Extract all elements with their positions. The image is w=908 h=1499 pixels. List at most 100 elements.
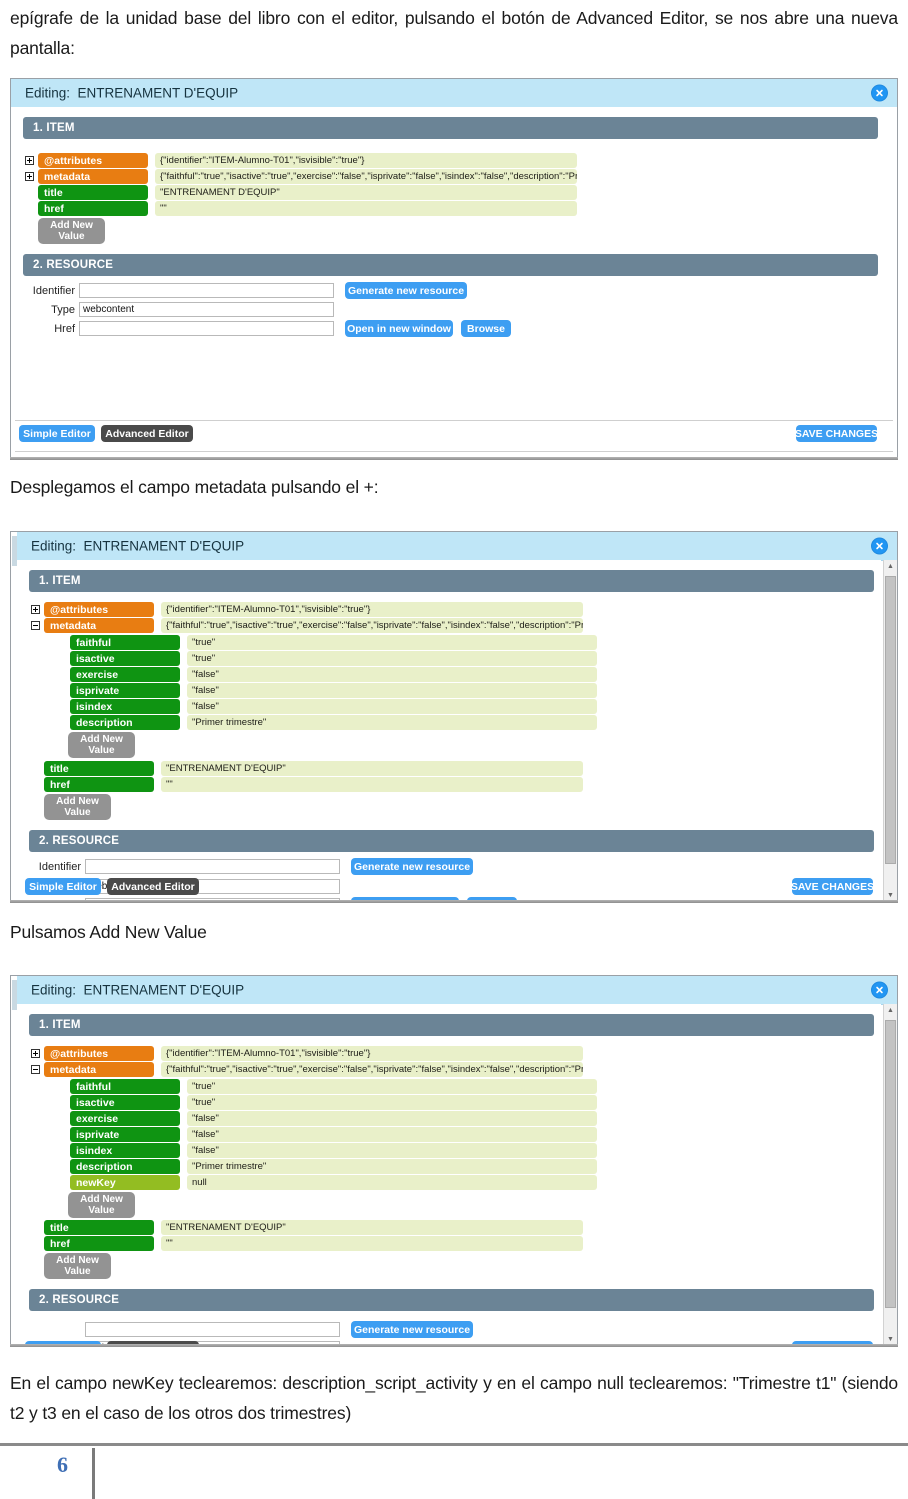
screenshot-metadata-expanded: Editing: ENTRENAMENT D'EQUIP 1. ITEM @at… <box>10 531 898 903</box>
scrollbar-thumb[interactable] <box>885 1020 896 1308</box>
tree-key-chip[interactable]: metadata <box>44 618 154 633</box>
tree-key-chip[interactable]: title <box>44 761 154 776</box>
tree-key-chip[interactable]: href <box>38 201 148 216</box>
tree-value-field[interactable]: {"identifier":"ITEM-Alumno-T01","isvisib… <box>161 1046 583 1061</box>
tree-value-field[interactable]: "" <box>161 777 583 792</box>
add-new-value-button[interactable]: Add New Value <box>68 732 135 758</box>
generate-new-resource-button[interactable]: Generate new resource <box>351 1321 473 1338</box>
tree-key-chip[interactable]: @attributes <box>44 602 154 617</box>
tree-value-field[interactable]: "true" <box>187 635 597 650</box>
tree-value-field[interactable]: "ENTRENAMENT D'EQUIP" <box>161 1220 583 1235</box>
tree-row-child: faithful "true" <box>31 635 861 650</box>
tree-key-chip[interactable]: description <box>70 715 180 730</box>
tree-value-field[interactable]: "ENTRENAMENT D'EQUIP" <box>161 761 583 776</box>
tree-key-chip[interactable]: metadata <box>38 169 148 184</box>
add-new-value-button[interactable]: Add New Value <box>68 1192 135 1218</box>
tree-value-field[interactable]: "false" <box>187 1143 597 1158</box>
tree-value-field[interactable]: "false" <box>187 1127 597 1142</box>
advanced-editor-tab[interactable]: Advanced Editor <box>107 878 199 895</box>
add-new-value-line1: Add New <box>56 1255 99 1266</box>
identifier-input[interactable] <box>85 1322 340 1337</box>
tree-key-chip[interactable]: @attributes <box>44 1046 154 1061</box>
simple-editor-tab[interactable]: Simple Editor <box>19 425 95 442</box>
tree-key-chip[interactable]: @attributes <box>38 153 148 168</box>
identifier-input[interactable] <box>85 859 340 874</box>
tree-value-field[interactable]: "false" <box>187 699 597 714</box>
simple-editor-tab[interactable]: Simple Editor <box>25 878 101 895</box>
open-in-new-window-button[interactable]: Open in new window <box>345 320 453 337</box>
tree-value-field[interactable]: "true" <box>187 1079 597 1094</box>
tree-key-chip[interactable]: href <box>44 777 154 792</box>
save-changes-button[interactable]: SAVE CHANGES <box>791 878 874 895</box>
tree-key-chip[interactable]: faithful <box>70 635 180 650</box>
tree-key-chip[interactable]: exercise <box>70 1111 180 1126</box>
footer-divider-bottom-1 <box>15 451 893 452</box>
tree-key-chip[interactable]: isactive <box>70 651 180 666</box>
href-input[interactable] <box>79 321 334 336</box>
expander-plus-icon[interactable] <box>31 1049 40 1058</box>
tree-row: title "ENTRENAMENT D'EQUIP" <box>25 185 865 200</box>
tree-key-chip[interactable]: title <box>44 1220 154 1235</box>
scroll-up-arrow-icon[interactable]: ▲ <box>884 560 897 573</box>
advanced-editor-tab[interactable]: Advanced Editor <box>101 425 193 442</box>
add-new-value-button[interactable]: Add New Value <box>44 794 111 820</box>
tree-key-chip[interactable]: isindex <box>70 699 180 714</box>
tree-value-field[interactable]: "false" <box>187 683 597 698</box>
close-circle-icon[interactable] <box>872 982 887 998</box>
tree-key-chip[interactable]: exercise <box>70 667 180 682</box>
tree-value-field[interactable]: "" <box>155 201 577 216</box>
section-header-resource-2: 2. RESOURCE <box>29 830 874 852</box>
tree-value-field[interactable]: "ENTRENAMENT D'EQUIP" <box>155 185 577 200</box>
close-circle-icon[interactable] <box>872 538 887 554</box>
tree-key-chip[interactable]: isprivate <box>70 1127 180 1142</box>
tree-value-field[interactable]: "Primer trimestre" <box>187 715 597 730</box>
tree-key-chip[interactable]: metadata <box>44 1062 154 1077</box>
tree-value-field[interactable]: "" <box>161 1236 583 1251</box>
tree-value-field[interactable]: "Primer trimestre" <box>187 1159 597 1174</box>
tree-value-field[interactable]: {"faithful":"true","isactive":"true","ex… <box>161 1062 583 1077</box>
tree-value-field[interactable]: "false" <box>187 1111 597 1126</box>
tree-value-field[interactable]: "true" <box>187 1095 597 1110</box>
expander-plus-icon[interactable] <box>31 605 40 614</box>
identifier-input[interactable] <box>79 283 334 298</box>
add-new-value-line2: Value <box>88 1205 115 1216</box>
scroll-up-arrow-icon[interactable]: ▲ <box>884 1004 897 1017</box>
newkey-value-field[interactable]: null <box>187 1175 597 1190</box>
tree-row-child: isindex "false" <box>31 699 861 714</box>
tree-row: href "" <box>31 777 861 792</box>
tree-row: metadata {"faithful":"true","isactive":"… <box>31 618 861 633</box>
tree-key-chip[interactable]: title <box>38 185 148 200</box>
tree-key-chip[interactable]: isactive <box>70 1095 180 1110</box>
close-circle-icon[interactable] <box>872 85 887 101</box>
tree-value-field[interactable]: {"identifier":"ITEM-Alumno-T01","isvisib… <box>161 602 583 617</box>
tree-row: metadata {"faithful":"true","isactive":"… <box>25 169 865 184</box>
vertical-scrollbar-2[interactable]: ▲ ▼ <box>883 560 897 902</box>
tree-key-chip[interactable]: href <box>44 1236 154 1251</box>
tree-value-field[interactable]: "true" <box>187 651 597 666</box>
save-changes-button[interactable]: SAVE CHANGES <box>795 425 878 442</box>
add-new-value-button[interactable]: Add New Value <box>38 218 105 244</box>
type-input[interactable]: webcontent <box>79 302 334 317</box>
generate-new-resource-button[interactable]: Generate new resource <box>345 282 467 299</box>
browse-button[interactable]: Browse <box>461 320 511 337</box>
tree-row-child: isactive "true" <box>31 651 861 666</box>
tree-value-field[interactable]: {"identifier":"ITEM-Alumno-T01","isvisib… <box>155 153 577 168</box>
expander-plus-icon[interactable] <box>25 172 34 181</box>
tree-key-chip[interactable]: isindex <box>70 1143 180 1158</box>
generate-new-resource-button[interactable]: Generate new resource <box>351 858 473 875</box>
vertical-scrollbar-3[interactable]: ▲ ▼ <box>883 1004 897 1346</box>
expander-minus-icon[interactable] <box>31 621 40 630</box>
dialog-title-prefix-2: Editing: <box>31 538 77 554</box>
tree-value-field[interactable]: {"faithful":"true","isactive":"true","ex… <box>155 169 577 184</box>
expander-minus-icon[interactable] <box>31 1065 40 1074</box>
tree-key-chip[interactable]: isprivate <box>70 683 180 698</box>
tree-key-chip[interactable]: faithful <box>70 1079 180 1094</box>
newkey-key-chip[interactable]: newKey <box>70 1175 180 1190</box>
scrollbar-thumb[interactable] <box>885 576 896 864</box>
tree-key-chip[interactable]: description <box>70 1159 180 1174</box>
dialog-title-2: Editing: ENTRENAMENT D'EQUIP <box>31 539 244 554</box>
tree-value-field[interactable]: "false" <box>187 667 597 682</box>
tree-value-field[interactable]: {"faithful":"true","isactive":"true","ex… <box>161 618 583 633</box>
expander-plus-icon[interactable] <box>25 156 34 165</box>
add-new-value-button[interactable]: Add New Value <box>44 1253 111 1279</box>
